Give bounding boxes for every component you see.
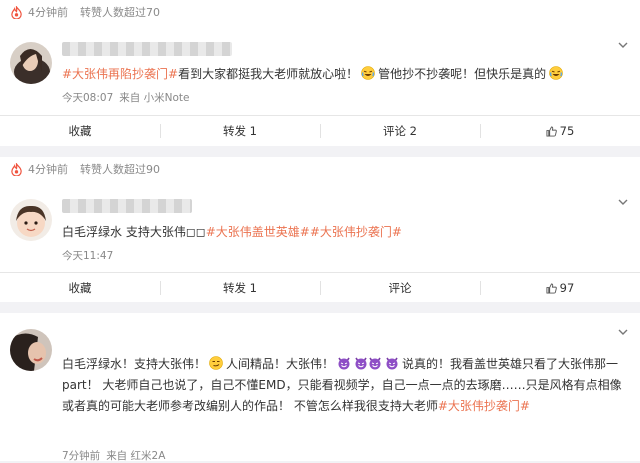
thumbs-up-icon bbox=[546, 283, 557, 294]
chevron-down-icon[interactable] bbox=[616, 325, 630, 339]
action-bar: 收藏 转发 1 评论 97 bbox=[0, 272, 640, 303]
chevron-down-icon[interactable] bbox=[616, 195, 630, 209]
post-meta: 今天11:47 bbox=[62, 248, 119, 263]
repost-button[interactable]: 转发 1 bbox=[160, 116, 320, 146]
chevron-down-icon[interactable] bbox=[616, 38, 630, 52]
post-time: 今天11:47 bbox=[62, 250, 114, 262]
post-time: 今天08:07 bbox=[62, 92, 114, 104]
hot-label: 转赞人数超过70 bbox=[80, 6, 160, 19]
collect-button[interactable]: 收藏 bbox=[0, 273, 160, 303]
hashtag-link[interactable]: #大张伟再陷抄袭门# bbox=[62, 67, 178, 81]
laugh-cry-emoji bbox=[361, 66, 375, 80]
hot-time: 4分钟前 bbox=[28, 6, 68, 19]
hashtag-link[interactable]: #大张伟盖世英雄# bbox=[206, 225, 310, 239]
post-card: 4分钟前 转赞人数超过70 #大张伟再陷抄袭门#看到大家都挺我大老师就放心啦！管… bbox=[0, 0, 640, 146]
post-source: 来自 红米2A bbox=[106, 450, 166, 462]
hashtag-link[interactable]: #大张伟抄袭门# bbox=[310, 225, 402, 239]
fire-icon bbox=[10, 6, 23, 19]
post-meta: 今天08:07 来自 小米Note bbox=[62, 90, 195, 105]
post-text: #大张伟再陷抄袭门#看到大家都挺我大老师就放心啦！ 管他抄不抄袭呢！但快乐是真的 bbox=[62, 64, 628, 84]
devil-emoji bbox=[385, 356, 399, 370]
hot-label: 转赞人数超过90 bbox=[80, 163, 160, 176]
avatar[interactable] bbox=[10, 42, 52, 84]
devil-emoji bbox=[337, 356, 351, 370]
laugh-cry-emoji bbox=[549, 66, 563, 80]
fire-icon bbox=[10, 163, 23, 176]
post-card: 4分钟前 转赞人数超过90 白毛浮绿水 支持大张伟◻◻#大张伟盖世英雄##大张伟… bbox=[0, 157, 640, 302]
avatar[interactable] bbox=[10, 329, 52, 371]
post-source: 来自 小米Note bbox=[119, 92, 190, 104]
hashtag-link[interactable]: #大张伟抄袭门# bbox=[438, 399, 530, 413]
smirk-emoji bbox=[209, 356, 223, 370]
post-text: 白毛浮绿水！支持大张伟！ 人间精品！大张伟！ 说真的！我看盖世英雄只看了大张伟那一p… bbox=[62, 356, 622, 413]
post-time: 7分钟前 bbox=[62, 450, 101, 462]
like-button[interactable]: 75 bbox=[480, 116, 640, 146]
username-blurred[interactable] bbox=[62, 42, 232, 56]
hot-time: 4分钟前 bbox=[28, 163, 68, 176]
hot-indicator: 4分钟前 转赞人数超过70 bbox=[10, 4, 172, 20]
devil-emoji bbox=[368, 356, 382, 370]
username-blurred[interactable] bbox=[62, 199, 192, 213]
post-card: 白毛浮绿水！支持大张伟！ 人间精品！大张伟！ 说真的！我看盖世英雄只看了大张伟那一p… bbox=[0, 313, 640, 462]
thumbs-up-icon bbox=[546, 126, 557, 137]
collect-button[interactable]: 收藏 bbox=[0, 116, 160, 146]
like-button[interactable]: 97 bbox=[480, 273, 640, 303]
avatar[interactable] bbox=[10, 199, 52, 241]
comment-button[interactable]: 评论 2 bbox=[320, 116, 480, 146]
repost-button[interactable]: 转发 1 bbox=[160, 273, 320, 303]
action-bar: 收藏 转发 1 评论 2 75 bbox=[0, 115, 640, 146]
comment-button[interactable]: 评论 bbox=[320, 273, 480, 303]
hot-indicator: 4分钟前 转赞人数超过90 bbox=[10, 161, 172, 177]
post-text: 白毛浮绿水 支持大张伟◻◻#大张伟盖世英雄##大张伟抄袭门# bbox=[62, 225, 402, 239]
devil-emoji bbox=[354, 356, 368, 370]
